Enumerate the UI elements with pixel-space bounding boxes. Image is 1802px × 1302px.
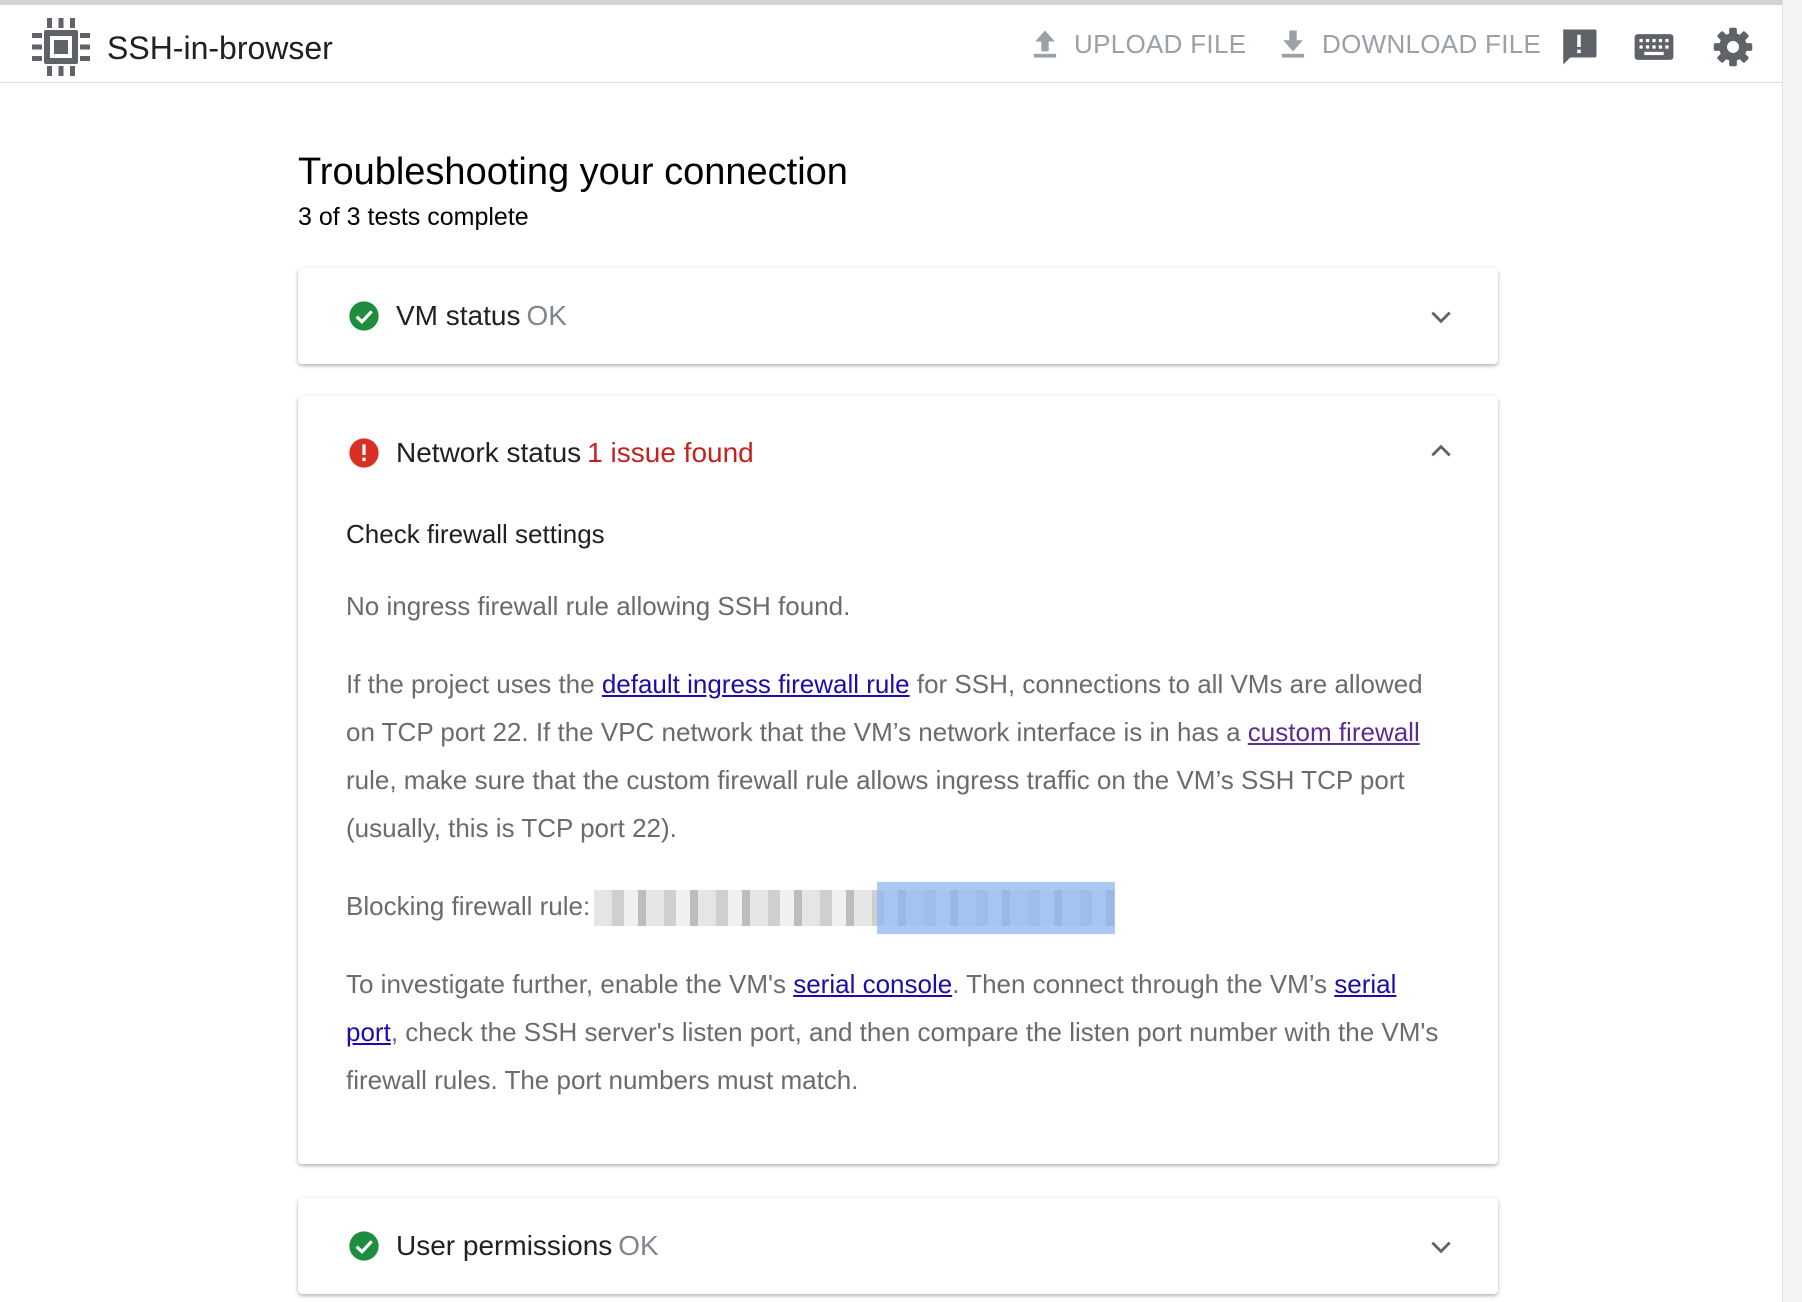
- network-status-value: 1 issue found: [587, 437, 754, 468]
- vertical-scrollbar[interactable]: [1782, 0, 1802, 1302]
- page-title: Troubleshooting your connection: [298, 151, 848, 193]
- feedback-icon[interactable]: [1558, 26, 1600, 68]
- download-file-button[interactable]: DOWNLOAD FILE: [1278, 24, 1541, 64]
- default-ingress-firewall-rule-link[interactable]: default ingress firewall rule: [602, 669, 910, 699]
- user-permissions-card: User permissions OK: [298, 1198, 1498, 1294]
- investigate-further-text: To investigate further, enable the VM's …: [346, 969, 1439, 1095]
- chevron-up-icon[interactable]: [1428, 438, 1454, 464]
- user-permissions-header[interactable]: User permissions OK: [298, 1198, 1498, 1294]
- network-status-header[interactable]: Network status 1 issue found: [298, 396, 1498, 508]
- keyboard-icon[interactable]: [1633, 26, 1675, 68]
- blocking-firewall-rule: Blocking firewall rule:: [346, 882, 1440, 935]
- user-permissions-label: User permissions: [396, 1230, 613, 1261]
- download-icon: [1281, 30, 1305, 58]
- error-icon: [349, 438, 379, 468]
- vm-status-value: OK: [526, 300, 567, 331]
- check-firewall-heading: Check firewall settings: [346, 519, 605, 549]
- network-status-label: Network status: [396, 437, 582, 468]
- check-circle-icon: [349, 1231, 379, 1261]
- vm-status-label: VM status: [396, 300, 521, 331]
- settings-icon[interactable]: [1712, 26, 1754, 68]
- download-file-label: DOWNLOAD FILE: [1322, 28, 1542, 59]
- blocking-firewall-rule-label: Blocking firewall rule:: [346, 891, 591, 921]
- custom-firewall-link[interactable]: custom firewall: [1248, 717, 1420, 747]
- tests-progress: 3 of 3 tests complete: [298, 203, 529, 231]
- window-top-edge: [0, 0, 1802, 5]
- app-bar: SSH-in-browser UPLOAD FILE DOWNLOAD FILE: [0, 6, 1782, 83]
- upload-file-button[interactable]: UPLOAD FILE: [1030, 24, 1246, 64]
- chip-icon: [32, 18, 90, 76]
- upload-icon: [1033, 30, 1057, 58]
- network-status-card: Network status 1 issue found Check firew…: [298, 396, 1498, 1164]
- upload-file-label: UPLOAD FILE: [1074, 28, 1247, 59]
- serial-console-link[interactable]: serial console: [793, 969, 952, 999]
- page-header: Troubleshooting your connection 3 of 3 t…: [298, 148, 1498, 234]
- vm-status-header[interactable]: VM status OK: [298, 268, 1498, 364]
- redacted-rule-name: [594, 882, 1116, 935]
- chevron-down-icon[interactable]: [1428, 1234, 1454, 1260]
- user-permissions-value: OK: [618, 1230, 659, 1261]
- network-status-details: Check firewall settings No ingress firew…: [298, 516, 1498, 1104]
- check-circle-icon: [349, 301, 379, 331]
- text-selection-highlight: [877, 882, 1116, 935]
- firewall-explanation: If the project uses the default ingress …: [346, 669, 1423, 843]
- chevron-down-icon[interactable]: [1428, 304, 1454, 330]
- app-title: SSH-in-browser: [107, 30, 333, 66]
- vm-status-card: VM status OK: [298, 268, 1498, 364]
- no-ingress-rule-message: No ingress firewall rule allowing SSH fo…: [346, 591, 851, 621]
